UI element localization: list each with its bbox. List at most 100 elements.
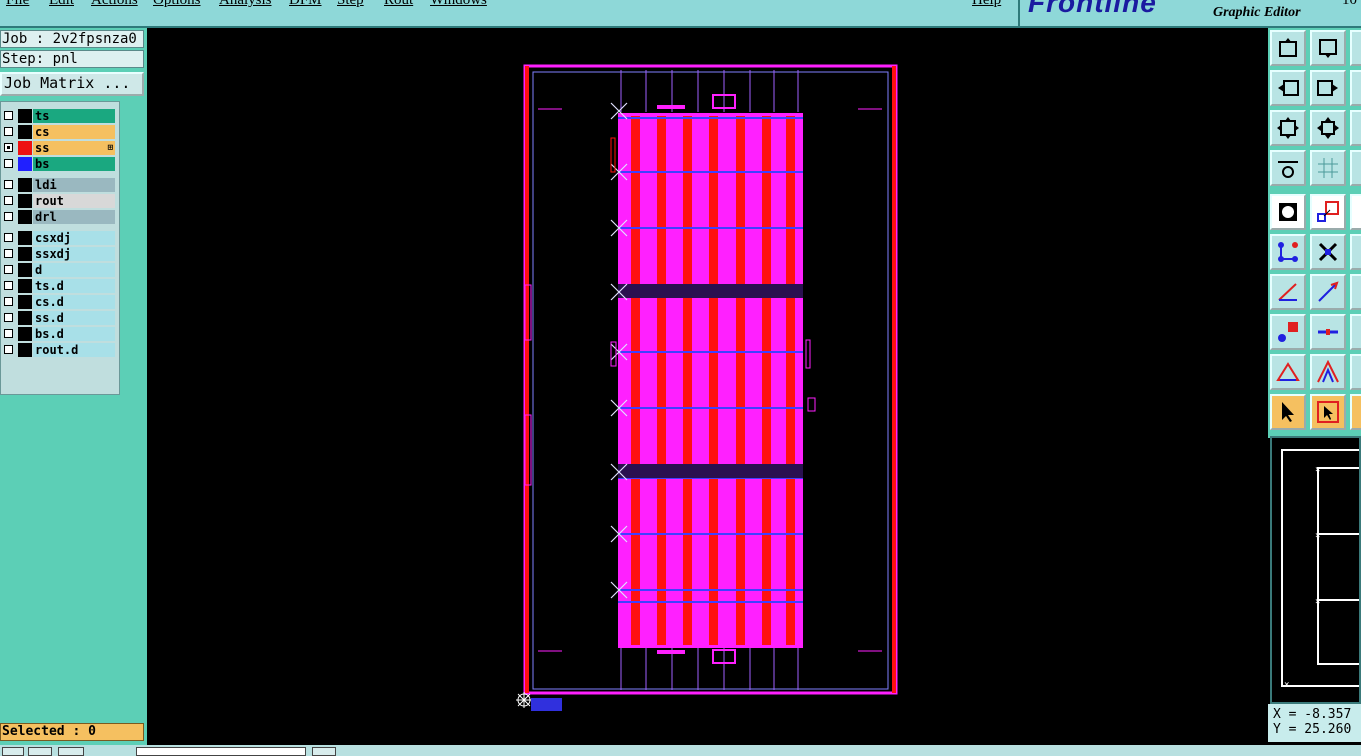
layer-checkbox[interactable] — [4, 345, 13, 354]
layer-row-ldi[interactable]: ldi — [1, 178, 117, 193]
midline-tool[interactable] — [1310, 314, 1346, 350]
layer-name[interactable]: ts — [33, 109, 115, 123]
layer-row-rout-d[interactable]: rout.d — [1, 343, 117, 358]
layer-checkbox[interactable] — [4, 297, 13, 306]
transform-tool[interactable] — [1310, 194, 1346, 230]
layer-name[interactable]: rout — [33, 194, 115, 208]
layer-name[interactable]: ss ⊞ — [33, 141, 115, 155]
line-tool[interactable] — [1310, 274, 1346, 310]
layer-color-swatch[interactable] — [18, 343, 32, 357]
menu-route[interactable]: Rout — [384, 0, 413, 9]
tool-column-3-button[interactable] — [1350, 110, 1361, 146]
layer-color-swatch[interactable] — [18, 210, 32, 224]
layer-row-ts-d[interactable]: ts.d — [1, 279, 117, 294]
layer-name[interactable]: csxdj — [33, 231, 115, 245]
tool-column-3-button[interactable] — [1350, 354, 1361, 390]
layer-name[interactable]: cs — [33, 125, 115, 139]
layer-color-swatch[interactable] — [18, 157, 32, 171]
connect-tool[interactable] — [1270, 234, 1306, 270]
job-matrix-button[interactable]: Job Matrix ... — [0, 72, 144, 96]
layer-checkbox[interactable] — [4, 143, 13, 152]
snap-tool[interactable] — [1270, 194, 1306, 230]
zoom-back-tool[interactable] — [1310, 30, 1346, 66]
layer-name[interactable]: drl — [33, 210, 115, 224]
command-input[interactable] — [136, 747, 306, 756]
layer-checkbox[interactable] — [4, 265, 13, 274]
menu-windows[interactable]: Windows — [430, 0, 487, 9]
triangle-tool[interactable] — [1270, 354, 1306, 390]
bottom-button-3[interactable] — [58, 747, 84, 756]
layer-row-ss-d[interactable]: ss.d — [1, 311, 117, 326]
layer-color-swatch[interactable] — [18, 263, 32, 277]
layer-checkbox[interactable] — [4, 196, 13, 205]
menu-edit[interactable]: Edit — [49, 0, 74, 9]
zoom-fit-tool[interactable] — [1270, 110, 1306, 146]
layer-name[interactable]: cs.d — [33, 295, 115, 309]
layer-color-swatch[interactable] — [18, 327, 32, 341]
measure-tool[interactable] — [1270, 150, 1306, 186]
layer-name[interactable]: rout.d — [33, 343, 115, 357]
layer-row-ts[interactable]: ts — [1, 109, 117, 124]
tool-column-3-button[interactable] — [1350, 70, 1361, 106]
bottom-button-4[interactable] — [312, 747, 336, 756]
grid-tool[interactable] — [1310, 150, 1346, 186]
tool-column-3-button[interactable] — [1350, 30, 1361, 66]
tool-column-3-button[interactable] — [1350, 194, 1361, 230]
pan-right-tool[interactable] — [1310, 70, 1346, 106]
layer-checkbox[interactable] — [4, 212, 13, 221]
menu-dfm[interactable]: DFM — [289, 0, 322, 9]
layer-color-swatch[interactable] — [18, 295, 32, 309]
tool-column-3-button[interactable] — [1350, 274, 1361, 310]
layer-row-bs[interactable]: bs — [1, 157, 117, 172]
menu-actions[interactable]: Actions — [91, 0, 138, 9]
layer-color-swatch[interactable] — [18, 279, 32, 293]
menu-help[interactable]: Help — [972, 0, 1001, 9]
layer-name[interactable]: ts.d — [33, 279, 115, 293]
graphic-canvas[interactable] — [147, 28, 1268, 745]
layer-checkbox[interactable] — [4, 313, 13, 322]
intersect-tool[interactable] — [1310, 234, 1346, 270]
menu-options[interactable]: Options — [153, 0, 201, 9]
select-arrow-tool[interactable] — [1270, 394, 1306, 430]
bottom-button-1[interactable] — [2, 747, 24, 756]
layer-checkbox[interactable] — [4, 111, 13, 120]
zoom-profile-tool[interactable] — [1310, 110, 1346, 146]
layer-row-ss[interactable]: ss ⊞ — [1, 141, 117, 156]
select-box-tool[interactable] — [1310, 394, 1346, 430]
layer-row-drl[interactable]: drl — [1, 210, 117, 225]
tool-column-3-button[interactable] — [1350, 234, 1361, 270]
overview-minimap[interactable]: × × × × — [1270, 436, 1361, 704]
layer-name[interactable]: bs — [33, 157, 115, 171]
layer-row-rout[interactable]: rout — [1, 194, 117, 209]
zoom-home-tool[interactable] — [1270, 30, 1306, 66]
menu-step[interactable]: Step — [337, 0, 364, 9]
layer-color-swatch[interactable] — [18, 247, 32, 261]
menu-file[interactable]: File — [6, 0, 29, 9]
tool-column-3-button[interactable] — [1350, 314, 1361, 350]
layer-row-ssxdj[interactable]: ssxdj — [1, 247, 117, 262]
layer-row-csxdj[interactable]: csxdj — [1, 231, 117, 246]
layer-row-d[interactable]: d — [1, 263, 117, 278]
layer-color-swatch[interactable] — [18, 178, 32, 192]
layer-checkbox[interactable] — [4, 281, 13, 290]
layer-checkbox[interactable] — [4, 233, 13, 242]
pad-tool[interactable] — [1270, 314, 1306, 350]
layer-row-cs[interactable]: cs — [1, 125, 117, 140]
layer-color-swatch[interactable] — [18, 141, 32, 155]
layer-color-swatch[interactable] — [18, 194, 32, 208]
layer-color-swatch[interactable] — [18, 311, 32, 325]
layer-name[interactable]: bs.d — [33, 327, 115, 341]
layer-checkbox[interactable] — [4, 159, 13, 168]
layer-color-swatch[interactable] — [18, 109, 32, 123]
layer-name[interactable]: ldi — [33, 178, 115, 192]
layer-name[interactable]: d — [33, 263, 115, 277]
layer-checkbox[interactable] — [4, 180, 13, 189]
layer-color-swatch[interactable] — [18, 231, 32, 245]
tool-column-3-button[interactable] — [1350, 150, 1361, 186]
layer-checkbox[interactable] — [4, 329, 13, 338]
layer-color-swatch[interactable] — [18, 125, 32, 139]
menu-analysis[interactable]: Analysis — [219, 0, 272, 9]
layer-checkbox[interactable] — [4, 127, 13, 136]
pan-left-tool[interactable] — [1270, 70, 1306, 106]
layer-name[interactable]: ssxdj — [33, 247, 115, 261]
